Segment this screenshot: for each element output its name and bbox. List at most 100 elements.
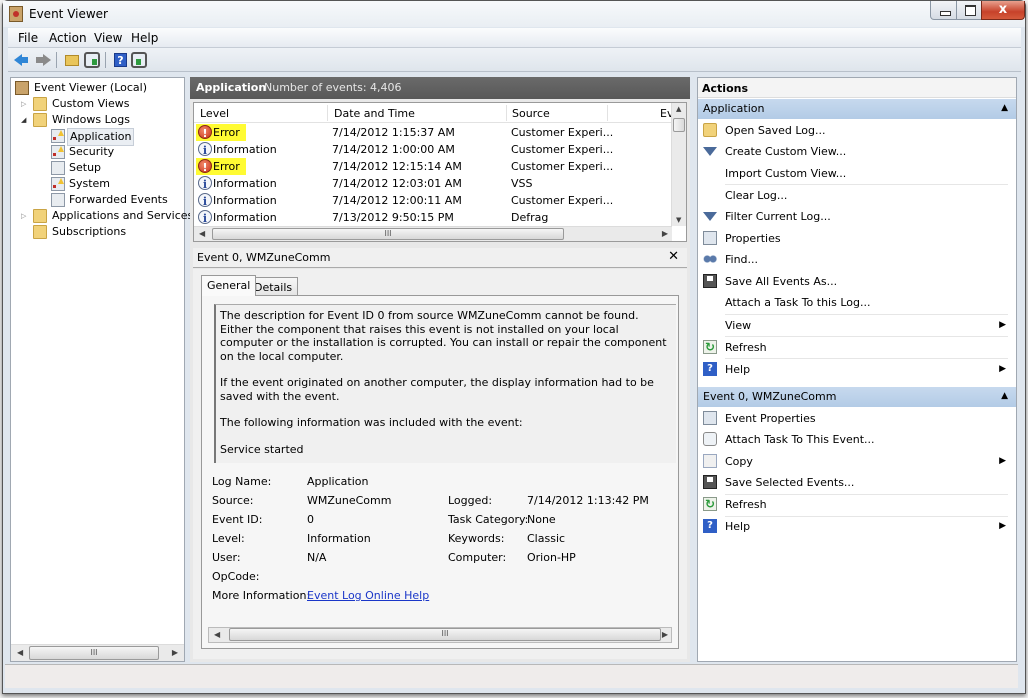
scrollbar-thumb[interactable]: III	[29, 646, 159, 660]
description-paragraph: The following information was included w…	[220, 416, 523, 429]
close-detail-icon[interactable]: ✕	[668, 249, 679, 264]
actions-section-application[interactable]: Application ▲	[698, 99, 1016, 119]
action-find[interactable]: Find...	[698, 249, 1016, 270]
scroll-left-icon[interactable]: ◀	[214, 630, 220, 639]
scroll-left-icon[interactable]: ◀	[17, 648, 23, 657]
event-description[interactable]: The description for Event ID 0 from sour…	[214, 304, 676, 463]
menu-action[interactable]: Action	[49, 31, 87, 45]
open-folder-icon	[703, 123, 717, 137]
actions-section-event[interactable]: Event 0, WMZuneComm ▲	[698, 387, 1016, 407]
show-hide-action-pane-button[interactable]	[130, 51, 148, 69]
collapse-arrow-icon[interactable]: ◢	[21, 116, 29, 124]
event-datetime: 7/14/2012 12:03:01 AM	[332, 177, 462, 190]
collapse-icon[interactable]: ▲	[1001, 391, 1008, 401]
action-help[interactable]: ? Help ▶	[698, 359, 1016, 380]
menu-view[interactable]: View	[94, 31, 122, 45]
description-paragraph: If the event originated on another compu…	[220, 376, 654, 403]
scroll-right-icon[interactable]: ▶	[662, 630, 668, 639]
event-datetime: 7/14/2012 1:15:37 AM	[332, 126, 455, 139]
help-icon: ?	[703, 519, 717, 533]
action-attach-task-to-log[interactable]: Attach a Task To this Log...	[698, 292, 1016, 313]
event-row[interactable]: Information 7/14/2012 12:00:11 AM Custom…	[194, 192, 674, 210]
event-row[interactable]: Information 7/14/2012 1:00:00 AM Custome…	[194, 141, 674, 159]
action-clear-log[interactable]: Clear Log...	[698, 185, 1016, 206]
event-row[interactable]: Information 7/14/2012 12:03:01 AM VSS	[194, 175, 674, 193]
scroll-right-icon[interactable]: ▶	[172, 648, 178, 657]
minimize-button[interactable]	[930, 1, 957, 20]
column-date-time[interactable]: Date and Time	[334, 107, 415, 120]
forward-button[interactable]	[34, 51, 52, 69]
level-text: Information	[213, 143, 277, 156]
more-information-label: More Information:	[212, 589, 311, 602]
property-row: Log Name: Application	[212, 475, 672, 493]
action-help-event[interactable]: ? Help ▶	[698, 516, 1016, 537]
opcode-label: OpCode:	[212, 570, 260, 583]
action-event-properties[interactable]: Event Properties	[698, 408, 1016, 429]
column-divider[interactable]	[327, 105, 328, 121]
action-label: Filter Current Log...	[725, 210, 831, 223]
scrollbar-thumb[interactable]: III	[212, 228, 564, 240]
maximize-button[interactable]	[956, 1, 982, 20]
column-divider[interactable]	[506, 105, 507, 121]
menu-help[interactable]: Help	[131, 31, 158, 45]
scrollbar-thumb[interactable]	[673, 118, 685, 132]
action-filter-current-log[interactable]: Filter Current Log...	[698, 206, 1016, 227]
log-warning-icon	[51, 177, 65, 191]
back-button[interactable]	[13, 51, 31, 69]
scrollbar-thumb[interactable]: III	[229, 628, 661, 641]
action-label: Create Custom View...	[725, 145, 847, 158]
menu-file[interactable]: File	[18, 31, 38, 45]
filter-icon	[703, 212, 717, 221]
folder-logs-icon	[33, 113, 47, 127]
properties-icon	[703, 411, 717, 425]
column-divider[interactable]	[607, 105, 608, 121]
action-import-custom-view[interactable]: Import Custom View...	[698, 163, 1016, 184]
up-button[interactable]	[63, 51, 81, 69]
action-open-saved-log[interactable]: Open Saved Log...	[698, 120, 1016, 141]
action-copy[interactable]: Copy ▶	[698, 451, 1016, 472]
level-text: Information	[213, 211, 277, 224]
action-save-selected-events[interactable]: Save Selected Events...	[698, 472, 1016, 493]
scroll-left-icon[interactable]: ◀	[199, 229, 205, 238]
event-row[interactable]: Error 7/14/2012 12:15:14 AM Customer Exp…	[194, 158, 674, 176]
expand-arrow-icon[interactable]: ▷	[21, 100, 29, 108]
action-view[interactable]: View ▶	[698, 315, 1016, 336]
property-row: Source: WMZuneComm Logged: 7/14/2012 1:1…	[212, 494, 672, 512]
information-icon	[198, 193, 212, 210]
event-row[interactable]: Error 7/14/2012 1:15:37 AM Customer Expe…	[194, 124, 674, 142]
show-hide-console-tree-button[interactable]	[83, 51, 101, 69]
event-datetime: 7/14/2012 1:00:00 AM	[332, 143, 455, 156]
tree-item-label: System	[69, 177, 111, 190]
action-attach-task-to-event[interactable]: Attach Task To This Event...	[698, 429, 1016, 450]
action-create-custom-view[interactable]: Create Custom View...	[698, 141, 1016, 162]
scroll-right-icon[interactable]: ▶	[662, 229, 668, 238]
action-save-all-events-as[interactable]: Save All Events As...	[698, 271, 1016, 292]
collapse-icon[interactable]: ▲	[1001, 103, 1008, 113]
grid-horizontal-scrollbar[interactable]: ◀ III ▶	[194, 226, 672, 241]
expand-arrow-icon[interactable]: ▷	[21, 212, 29, 220]
save-icon	[703, 475, 717, 489]
event-row[interactable]: Information 7/13/2012 9:50:15 PM Defrag	[194, 209, 674, 227]
action-refresh[interactable]: Refresh	[698, 337, 1016, 358]
help-button[interactable]: ?	[111, 51, 129, 69]
tree-horizontal-scrollbar[interactable]: ◀ III ▶	[11, 644, 184, 661]
action-label: Help	[725, 363, 751, 376]
title-bar: Event Viewer x	[3, 1, 1025, 27]
status-bar	[5, 664, 1018, 688]
event-log-online-help-link[interactable]: Event Log Online Help	[307, 589, 429, 602]
column-source[interactable]: Source	[512, 107, 550, 120]
detail-horizontal-scrollbar[interactable]: ◀ III ▶	[208, 627, 672, 643]
tab-general[interactable]: General	[201, 275, 257, 296]
action-label: Save All Events As...	[725, 275, 838, 288]
column-level[interactable]: Level	[200, 107, 229, 120]
action-properties[interactable]: Properties	[698, 228, 1016, 249]
scroll-down-icon[interactable]: ▼	[676, 216, 681, 224]
refresh-icon	[703, 337, 717, 358]
scroll-up-icon[interactable]: ▲	[676, 105, 681, 113]
grid-vertical-scrollbar[interactable]: ▲ ▼	[671, 103, 686, 226]
section-title: Application	[703, 102, 765, 115]
action-refresh-event[interactable]: Refresh	[698, 494, 1016, 515]
close-button[interactable]: x	[981, 1, 1025, 20]
tree-item-application[interactable]: Application	[15, 128, 135, 146]
action-label: Copy	[725, 455, 753, 468]
